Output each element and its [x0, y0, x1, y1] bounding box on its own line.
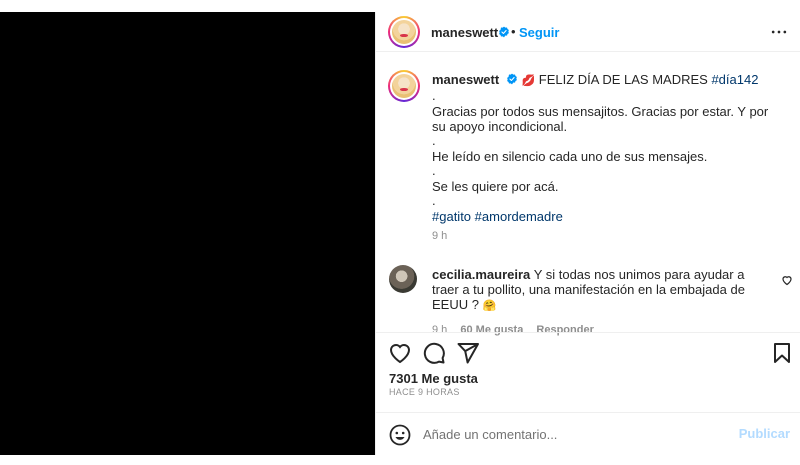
caption-line: . — [432, 163, 436, 178]
more-horizontal-icon[interactable] — [769, 22, 789, 42]
kiss-emoji: 💋 — [521, 75, 536, 87]
comment-bar: Publicar — [376, 412, 800, 455]
header-username[interactable]: maneswett — [431, 25, 498, 40]
avatar[interactable] — [388, 16, 420, 48]
post-time-ago: HACE 9 HORAS — [389, 387, 460, 397]
verified-badge-icon — [499, 26, 509, 38]
comment-bubble-icon[interactable] — [422, 341, 446, 365]
post-media[interactable] — [0, 12, 375, 455]
post-header: maneswett • Seguir — [376, 12, 800, 52]
caption-line: Gracias por todos sus mensajitos. Gracia… — [432, 104, 769, 134]
commenter-avatar[interactable] — [389, 265, 417, 293]
caption-line: . — [432, 193, 436, 208]
caption-title: FELIZ DÍA DE LAS MADRES — [538, 72, 708, 87]
follow-button[interactable]: Seguir — [519, 25, 559, 40]
caption-line: . — [432, 133, 436, 148]
like-heart-icon[interactable] — [388, 341, 412, 365]
share-paper-plane-icon[interactable] — [456, 341, 480, 365]
comment-input[interactable] — [423, 425, 723, 443]
publish-button[interactable]: Publicar — [739, 426, 790, 441]
caption: maneswett 💋 FELIZ DÍA DE LAS MADRES #día… — [432, 72, 777, 244]
emoji-smiley-icon[interactable] — [388, 423, 412, 447]
caption-line: He leído en silencio cada uno de sus men… — [432, 149, 708, 164]
post-panel: maneswett • Seguir maneswett 💋 FELIZ DÍA… — [375, 12, 800, 455]
hashtag-link[interactable]: #gatito — [432, 209, 471, 224]
hashtag-link[interactable]: #día142 — [711, 72, 758, 87]
caption-time[interactable]: 9 h — [432, 229, 777, 244]
verified-badge-icon — [506, 73, 517, 85]
hashtag-link[interactable]: #amordemadre — [475, 209, 563, 224]
header-separator: • — [511, 24, 516, 39]
likes-count[interactable]: 7301 Me gusta — [389, 371, 478, 386]
bookmark-save-icon[interactable] — [770, 341, 794, 365]
caption-line: Se les quiere por acá. — [432, 179, 559, 194]
caption-username[interactable]: maneswett — [432, 72, 499, 87]
caption-line: . — [432, 88, 436, 103]
caption-avatar[interactable] — [388, 70, 420, 102]
comment-username[interactable]: cecilia.maureira — [432, 267, 530, 282]
comment-like-heart-icon[interactable] — [781, 274, 793, 286]
action-bar — [376, 332, 800, 372]
comment: cecilia.maureira Y si todas nos unimos p… — [432, 267, 767, 338]
hug-emoji: 🤗 — [482, 300, 497, 312]
